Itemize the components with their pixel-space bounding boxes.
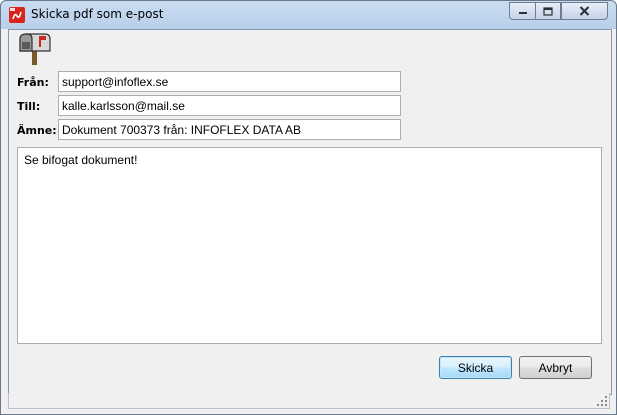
dialog-window: Skicka pdf som e-post Från: support@info… xyxy=(0,0,617,415)
from-label: Från: xyxy=(17,76,49,89)
to-field[interactable]: kalle.karlsson@mail.se xyxy=(58,95,401,116)
resize-grip-icon[interactable] xyxy=(596,395,608,407)
subject-field[interactable]: Dokument 700373 från: INFOFLEX DATA AB xyxy=(58,119,401,140)
close-button[interactable] xyxy=(561,2,608,20)
maximize-icon xyxy=(543,6,553,16)
send-button[interactable]: Skicka xyxy=(439,356,512,379)
mailbox-icon xyxy=(19,33,51,65)
close-icon xyxy=(579,6,590,16)
minimize-icon xyxy=(518,12,527,14)
from-field[interactable]: support@infoflex.se xyxy=(58,71,401,92)
maximize-button[interactable] xyxy=(535,2,561,20)
title-bar[interactable]: Skicka pdf som e-post xyxy=(1,1,616,29)
cancel-button[interactable]: Avbryt xyxy=(519,356,592,379)
status-bar xyxy=(8,393,610,409)
to-label: Till: xyxy=(17,100,41,113)
minimize-button[interactable] xyxy=(509,2,536,20)
window-title: Skicka pdf som e-post xyxy=(31,7,164,21)
pdf-icon xyxy=(9,7,25,23)
message-body[interactable]: Se bifogat dokument! xyxy=(17,147,602,344)
subject-label: Ämne: xyxy=(17,124,57,137)
dialog-body: Från: support@infoflex.se Till: kalle.ka… xyxy=(8,29,612,395)
